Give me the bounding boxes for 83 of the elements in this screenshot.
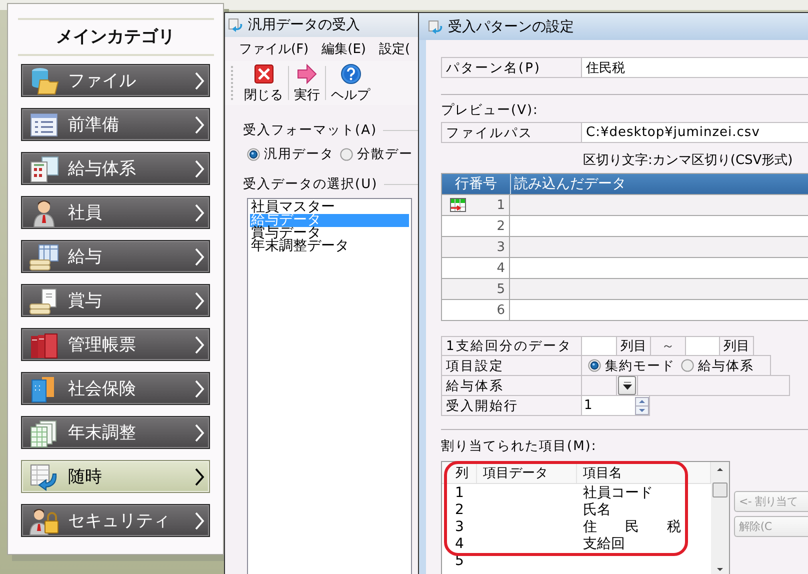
column-header: 読み込んだデータ <box>513 175 626 194</box>
list-item[interactable]: 社員マスター <box>250 201 409 214</box>
toolbar-button[interactable]: 閉じる <box>239 62 288 104</box>
chevron-icon <box>195 72 205 90</box>
row-number: 5 <box>496 282 505 296</box>
arrow-icon <box>296 62 318 84</box>
input-field[interactable] <box>685 336 720 356</box>
category-button[interactable]: 年末調整 <box>21 416 210 449</box>
category-button[interactable]: 社員 <box>21 196 210 229</box>
menu-item[interactable]: 編集(E) <box>322 40 366 58</box>
category-button[interactable]: 管理帳票 <box>21 328 210 361</box>
category-button[interactable]: ファイル <box>21 64 210 97</box>
toolbar-button[interactable]: 実行 <box>289 62 325 104</box>
list-item[interactable]: 賞与データ <box>250 227 409 240</box>
menu-item[interactable]: 設定( <box>378 40 410 58</box>
table-cell-text: 4 <box>454 536 465 552</box>
box-arrow-icon <box>428 18 444 34</box>
spinner-arrows-icon[interactable] <box>635 396 649 414</box>
group-label: 受入フォーマット(A) <box>243 122 378 139</box>
table-cell-text: 2 <box>454 502 465 518</box>
chevron-icon <box>195 512 205 530</box>
field-label: パターン名(P) <box>441 57 582 78</box>
radio-button[interactable] <box>588 359 601 372</box>
radio-button[interactable] <box>681 359 694 372</box>
toolbar-button[interactable]: ヘルプ <box>326 62 375 104</box>
chevron-icon <box>195 116 205 134</box>
table-cell-text: 社員コード <box>582 484 653 502</box>
window-title: 受入パターンの設定 <box>448 18 574 36</box>
column-header: 項目データ <box>477 462 577 483</box>
chevron-icon <box>195 292 205 310</box>
radio-label: 分散デー <box>357 146 413 163</box>
chevron-icon <box>195 336 205 354</box>
scroll-bar[interactable] <box>711 462 729 574</box>
field-label: ファイルパス <box>441 122 582 143</box>
input-field[interactable] <box>581 336 617 356</box>
spin-field[interactable]: 1 <box>581 395 650 416</box>
menu-title: メインカテゴリ <box>56 26 175 49</box>
table-cell-text: 1 <box>454 484 465 500</box>
spreadsheet-stack-icon <box>28 242 60 272</box>
category-button[interactable]: 給与 <box>21 240 210 273</box>
radio-label: 汎用データ <box>264 146 334 163</box>
section-label: プレビュー(V): <box>441 103 540 119</box>
row-number: 6 <box>496 302 505 318</box>
chevron-icon <box>195 248 205 266</box>
category-button[interactable]: 社会保険 <box>21 372 210 405</box>
dropdown-button[interactable] <box>618 376 636 395</box>
current-row-icon <box>450 198 466 212</box>
section-label: 割り当てられた項目(M): <box>441 439 598 455</box>
list-item[interactable]: 年末調整データ <box>250 240 409 253</box>
row-number: 3 <box>496 240 505 254</box>
delimiter-text: 区切り文字:カンマ区切り(CSV形式) <box>582 153 794 169</box>
table-cell-text: 住 民 税 <box>582 518 681 536</box>
calculator-icon <box>28 154 60 184</box>
radio-button[interactable] <box>340 148 353 160</box>
input-field[interactable]: C:¥desktop¥juminzei.csv <box>581 122 808 143</box>
field-label: 受入開始行 <box>441 395 582 416</box>
table-cell-text: 氏名 <box>582 500 611 518</box>
radio-button[interactable] <box>247 148 260 160</box>
row-number: 2 <box>496 218 505 234</box>
table-cell-text: 3 <box>454 518 465 534</box>
category-button[interactable]: 随時 <box>21 460 210 493</box>
row-number: 1 <box>496 198 505 212</box>
input-field[interactable]: 住民税 <box>581 57 808 78</box>
chevron-icon <box>195 468 205 486</box>
column-header: 列 <box>442 462 477 483</box>
radio-label: 給与体系 <box>698 358 754 374</box>
box-arrow-icon <box>228 17 244 33</box>
table-cell-text: 支給回 <box>582 534 625 552</box>
caret-icon <box>622 382 632 390</box>
window-title: 汎用データの受入 <box>248 16 360 34</box>
row-number: 4 <box>496 260 505 276</box>
category-button[interactable]: 給与体系 <box>21 152 210 185</box>
chevron-icon <box>195 424 205 442</box>
group-label: 受入データの選択(U) <box>243 176 378 193</box>
category-button[interactable]: 賞与 <box>21 284 210 317</box>
chevron-icon <box>195 160 205 178</box>
category-button[interactable]: セキュリティ <box>21 504 210 537</box>
chevron-icon <box>195 380 205 398</box>
chevron-icon <box>195 204 205 222</box>
unit-label: 列目 <box>719 336 754 356</box>
menu-item[interactable]: ファイル(F) <box>239 40 309 58</box>
category-button[interactable]: 前準備 <box>21 108 210 141</box>
radio-label: 集約モード <box>605 358 675 374</box>
